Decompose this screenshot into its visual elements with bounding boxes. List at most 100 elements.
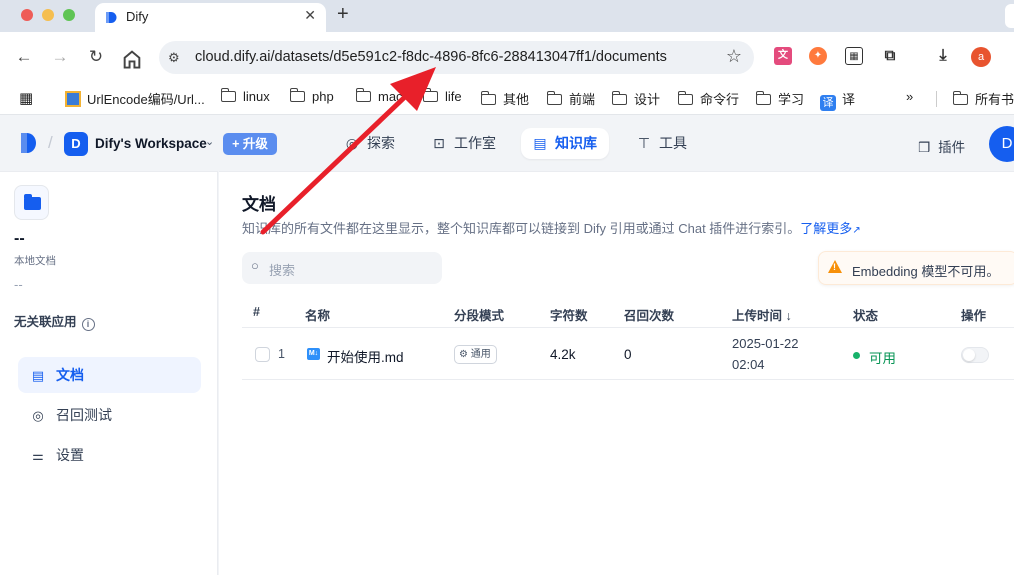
bookmark-label: 设计 <box>634 92 661 107</box>
column-header-name: 名称 <box>305 309 331 323</box>
column-header-actions: 操作 <box>961 309 987 323</box>
extensions-puzzle-icon[interactable]: ⧉ <box>881 47 899 65</box>
nav-label: 工作室 <box>454 135 496 151</box>
bookmarks-overflow-icon[interactable]: » <box>906 89 913 107</box>
bookmark-label: mac <box>378 89 403 104</box>
learn-more-label: 了解更多 <box>800 221 853 236</box>
close-tab-icon[interactable]: ✕ <box>304 7 316 24</box>
sidebar-item-documents[interactable]: ▤ 文档 <box>18 357 201 393</box>
dataset-description: -- <box>14 277 23 292</box>
description-text: 知识库的所有文件都在这里显示，整个知识库都可以链接到 Dify 引用或通过 Ch… <box>242 221 801 236</box>
sidebar-item-label: 文档 <box>56 367 84 383</box>
nav-separator: / <box>48 133 53 152</box>
upgrade-button[interactable]: + 升级 <box>223 133 277 155</box>
translate-favicon-icon: 译 <box>820 95 836 111</box>
workspace-name[interactable]: Dify's Workspace <box>95 136 207 151</box>
forward-icon[interactable]: → <box>49 46 71 68</box>
browser-tab[interactable]: Dify ✕ <box>95 3 326 32</box>
nav-label: 工具 <box>659 135 687 151</box>
plugins-button[interactable]: ❒ 插件 <box>918 136 965 156</box>
address-bar[interactable]: ⚙ cloud.dify.ai/datasets/d5e591c2-f8dc-4… <box>159 41 754 74</box>
bookmark-label: 译 <box>842 92 856 107</box>
column-header-upload-time[interactable]: 上传时间 ↓ <box>732 305 792 324</box>
close-window-button[interactable] <box>21 9 33 21</box>
bookmark-folder[interactable]: 前端 <box>546 89 595 107</box>
info-icon[interactable]: i <box>81 318 95 331</box>
apps-grid-icon[interactable]: ▦ <box>19 89 33 107</box>
minimize-window-button[interactable] <box>42 9 54 21</box>
bookmark-label: UrlEncode编码/Url... <box>87 92 205 107</box>
folder-icon <box>952 91 968 105</box>
external-link-icon: ↗ <box>852 225 861 236</box>
dataset-sidebar: -- 本地文档 -- 无关联应用 i ▤ 文档 ◎ 召回测试 ⚌ 设置 <box>0 171 218 575</box>
search-input[interactable]: ○ 搜索 <box>242 252 442 284</box>
bookmark-urlencode[interactable]: UrlEncode编码/Url... <box>65 89 205 107</box>
url-text: cloud.dify.ai/datasets/d5e591c2-f8dc-489… <box>195 49 667 65</box>
sidebar-item-settings[interactable]: ⚌ 设置 <box>18 437 201 473</box>
sidebar-item-label: 设置 <box>56 447 84 463</box>
documents-panel: 文档 知识库的所有文件都在这里显示，整个知识库都可以链接到 Dify 引用或通过… <box>219 171 1014 575</box>
profile-avatar[interactable]: a <box>971 47 991 67</box>
home-icon[interactable] <box>121 48 143 70</box>
nav-tools[interactable]: ⊤ 工具 <box>625 128 699 159</box>
bookmark-folder[interactable]: 命令行 <box>677 89 739 107</box>
search-icon: ○ <box>251 258 259 273</box>
zoom-window-button[interactable] <box>63 9 75 21</box>
workspace-avatar[interactable]: D <box>64 132 88 156</box>
user-avatar[interactable]: D <box>989 126 1014 162</box>
translate-extension-icon[interactable]: 文 <box>774 47 792 65</box>
bookmark-folder[interactable]: linux <box>220 88 270 107</box>
extension-spark-icon[interactable]: ✦ <box>809 47 827 65</box>
document-name[interactable]: 开始使用.md <box>327 346 404 366</box>
new-tab-icon[interactable]: + <box>337 3 349 26</box>
reload-icon[interactable]: ↻ <box>85 46 107 68</box>
dataset-icon <box>14 185 49 220</box>
folder-icon <box>611 91 627 105</box>
folder-icon <box>220 88 236 102</box>
qr-code-extension-icon[interactable]: ▦ <box>845 47 863 65</box>
enable-toggle[interactable] <box>961 347 989 363</box>
bookmark-folder[interactable]: 设计 <box>611 89 661 107</box>
tab-title: Dify <box>126 9 149 24</box>
column-header-index: # <box>253 305 260 319</box>
gear-icon: ⚙ <box>459 349 471 360</box>
bookmark-folder[interactable]: 其他 <box>480 89 529 107</box>
bookmark-folder[interactable]: php <box>289 88 334 107</box>
bookmark-folder[interactable]: mac <box>355 88 403 107</box>
site-settings-icon[interactable]: ⚙ <box>168 50 180 66</box>
sort-arrow-icon: ↓ <box>782 309 792 323</box>
column-header-status: 状态 <box>853 309 879 323</box>
bookmark-folder[interactable]: life <box>422 88 462 107</box>
folder-icon <box>755 91 771 105</box>
bookmark-star-icon[interactable]: ☆ <box>726 46 742 67</box>
bookmark-translate[interactable]: 译译 <box>820 89 856 111</box>
bookmark-folder-all[interactable]: 所有书 <box>952 89 1014 107</box>
folder-icon <box>289 88 305 102</box>
dify-favicon-icon <box>106 12 117 23</box>
bookmarks-bar: ▦ UrlEncode编码/Url... linux php mac life … <box>0 82 1014 115</box>
upload-date: 2025-01-22 <box>732 336 799 351</box>
document-icon: ▤ <box>31 368 45 383</box>
column-header-chars: 字符数 <box>550 309 588 323</box>
upgrade-label: 升级 <box>242 137 268 151</box>
book-icon: ▤ <box>533 135 547 151</box>
nav-explore[interactable]: ◎ 探索 <box>333 128 407 159</box>
markdown-file-icon: M↓ <box>307 348 320 360</box>
folder-icon <box>546 91 562 105</box>
page-title: 文档 <box>242 195 276 214</box>
learn-more-link[interactable]: 了解更多↗ <box>800 221 860 236</box>
sidebar-item-retrieval-test[interactable]: ◎ 召回测试 <box>18 397 201 433</box>
chevron-down-icon[interactable]: ⌄ <box>205 135 214 148</box>
nav-knowledge[interactable]: ▤ 知识库 <box>521 128 609 159</box>
tools-icon: ⊤ <box>637 135 651 151</box>
download-icon[interactable]: ⤓ <box>934 47 952 65</box>
folder-icon <box>480 91 496 105</box>
upload-time: 02:04 <box>732 357 765 372</box>
dify-logo-icon[interactable] <box>19 132 37 154</box>
nav-studio[interactable]: ⊡ 工作室 <box>420 128 508 159</box>
bookmark-folder[interactable]: 学习 <box>755 89 804 107</box>
tab-overflow[interactable] <box>1005 4 1014 28</box>
row-checkbox[interactable] <box>255 347 270 362</box>
row-index: 1 <box>278 347 285 361</box>
back-icon[interactable]: ← <box>13 46 35 68</box>
